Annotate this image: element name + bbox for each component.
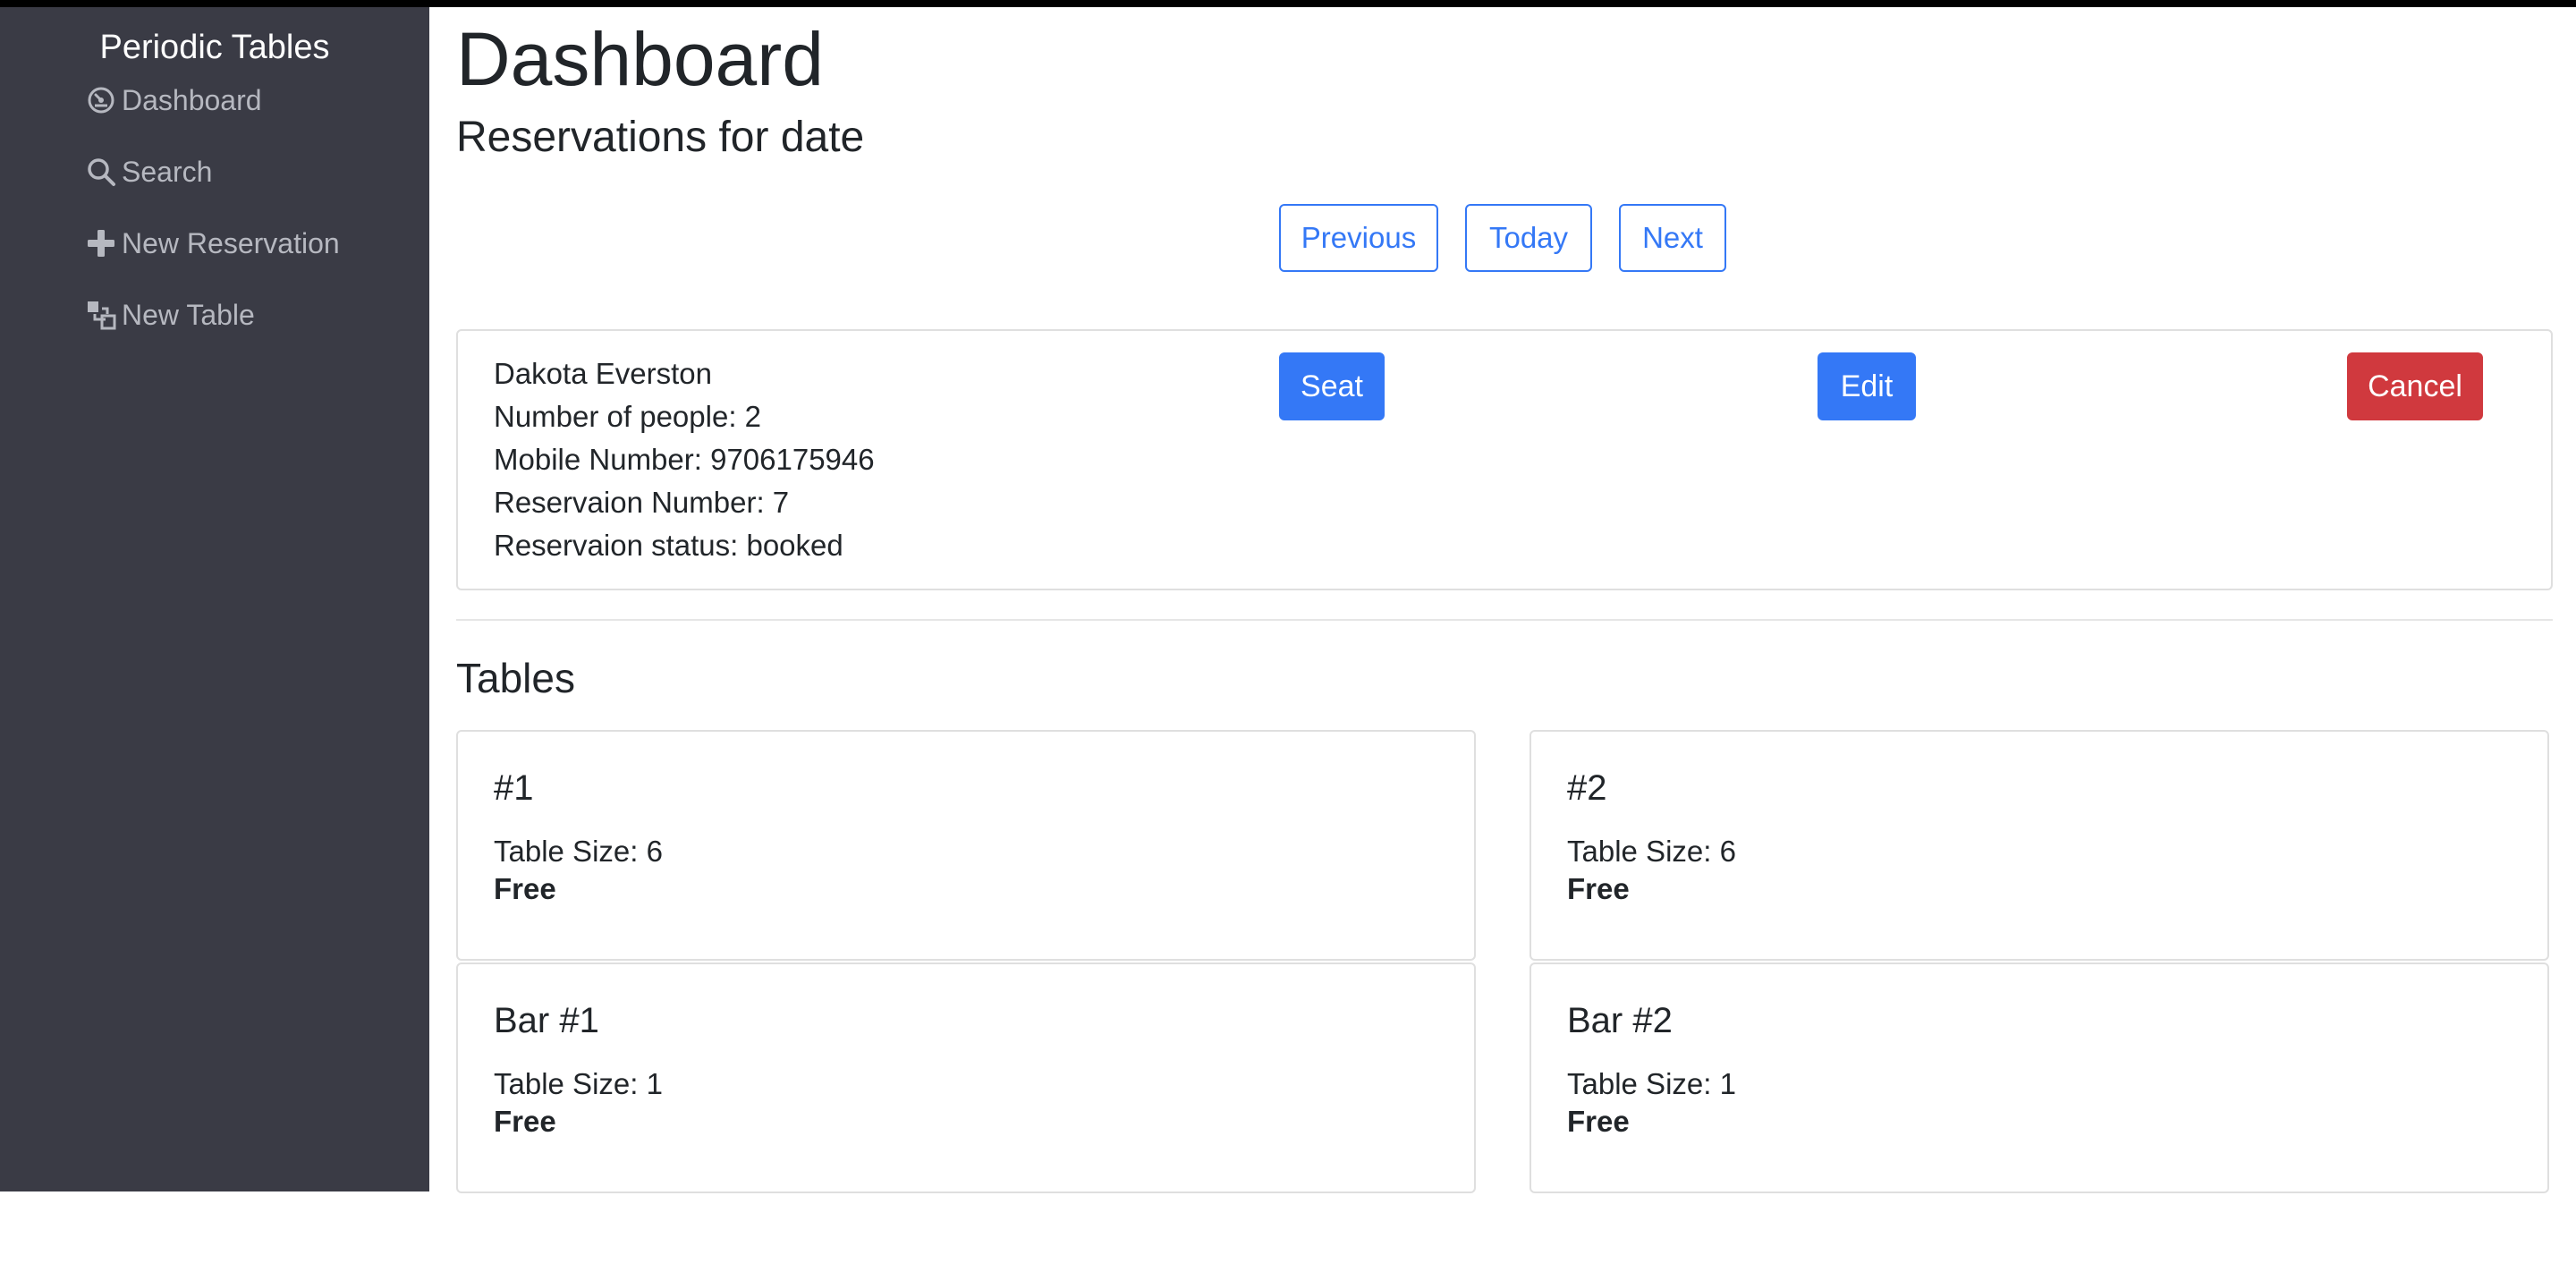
sidebar-item-label: New Table bbox=[122, 298, 255, 331]
sidebar-item-search[interactable]: Search bbox=[86, 145, 212, 199]
search-icon bbox=[86, 157, 116, 187]
reservation-mobile: Mobile Number: 9706175946 bbox=[494, 443, 875, 476]
table-size: Table Size: 1 bbox=[494, 1067, 663, 1100]
table-name: Bar #2 bbox=[1567, 1001, 1673, 1040]
table-name: #2 bbox=[1567, 768, 1607, 808]
sidebar-item-new-reservation[interactable]: New Reservation bbox=[86, 216, 340, 270]
tables-heading: Tables bbox=[456, 655, 575, 701]
sidebar-item-new-table[interactable]: New Table bbox=[86, 288, 255, 342]
layers-icon bbox=[86, 300, 116, 330]
sidebar-item-dashboard[interactable]: Dashboard bbox=[86, 73, 262, 127]
table-size: Table Size: 1 bbox=[1567, 1067, 1736, 1100]
reservation-people: Number of people: 2 bbox=[494, 400, 762, 433]
table-status: Free bbox=[1567, 872, 1630, 905]
reservation-card: Dakota Everston Number of people: 2 Mobi… bbox=[456, 329, 2553, 590]
table-card: Bar #2 Table Size: 1 Free bbox=[1530, 962, 2549, 1193]
reservation-name: Dakota Everston bbox=[494, 357, 712, 390]
dashboard-gauge-icon bbox=[86, 85, 116, 115]
page-title: Dashboard bbox=[456, 17, 824, 101]
sidebar-item-label: Search bbox=[122, 155, 213, 188]
window-top-bar bbox=[0, 0, 2576, 7]
section-divider bbox=[456, 619, 2553, 621]
table-size: Table Size: 6 bbox=[1567, 835, 1736, 868]
reservation-number: Reservaion Number: 7 bbox=[494, 486, 790, 519]
brand-title[interactable]: Periodic Tables bbox=[0, 25, 429, 70]
edit-button[interactable]: Edit bbox=[1818, 352, 1916, 420]
table-status: Free bbox=[494, 1105, 556, 1138]
today-button[interactable]: Today bbox=[1465, 204, 1592, 272]
previous-button[interactable]: Previous bbox=[1279, 204, 1438, 272]
next-button[interactable]: Next bbox=[1619, 204, 1726, 272]
cancel-button[interactable]: Cancel bbox=[2347, 352, 2483, 420]
reservations-subtitle: Reservations for date bbox=[456, 114, 865, 161]
table-card: #1 Table Size: 6 Free bbox=[456, 730, 1476, 961]
reservation-status: Reservaion status: booked bbox=[494, 529, 843, 562]
table-card: #2 Table Size: 6 Free bbox=[1530, 730, 2549, 961]
table-size: Table Size: 6 bbox=[494, 835, 663, 868]
sidebar-item-label: Dashboard bbox=[122, 83, 262, 116]
main-content: Dashboard Reservations for date Previous… bbox=[429, 7, 2576, 1193]
table-name: Bar #1 bbox=[494, 1001, 599, 1040]
plus-icon bbox=[86, 228, 116, 259]
seat-button[interactable]: Seat bbox=[1279, 352, 1385, 420]
table-card: Bar #1 Table Size: 1 Free bbox=[456, 962, 1476, 1193]
sidebar-item-label: New Reservation bbox=[122, 226, 340, 259]
table-status: Free bbox=[494, 872, 556, 905]
sidebar: Periodic Tables Dashboard Search New Res… bbox=[0, 7, 429, 1191]
table-status: Free bbox=[1567, 1105, 1630, 1138]
table-name: #1 bbox=[494, 768, 534, 808]
